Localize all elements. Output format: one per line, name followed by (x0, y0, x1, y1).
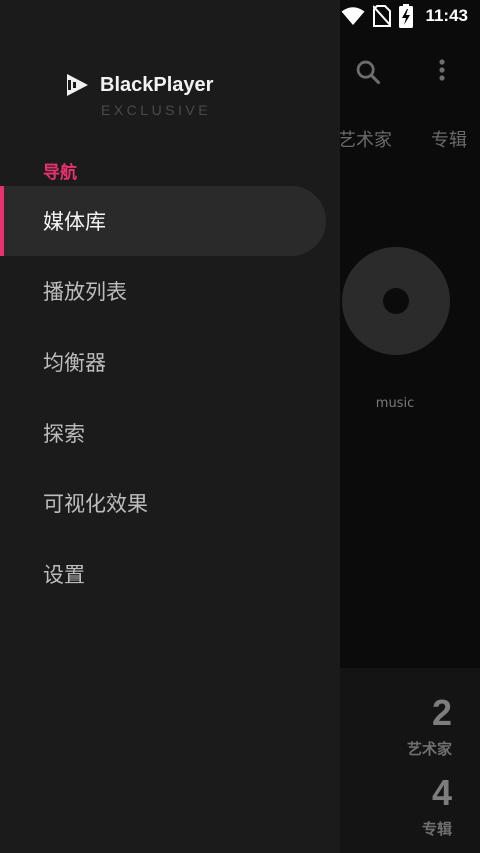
folder-disc-icon[interactable] (342, 247, 450, 355)
library-stats-card: 2 艺术家 4 专辑 (340, 668, 480, 853)
no-sim-icon (373, 5, 392, 27)
navigation-drawer: BlackPlayer EXCLUSIVE 导航 媒体库 播放列表 均衡器 探索… (0, 0, 340, 853)
album-count-label: 专辑 (421, 820, 452, 838)
nav-item-explore[interactable]: 探索 (0, 398, 326, 468)
play-logo-icon (67, 74, 88, 96)
status-bar: 11:43 (0, 0, 480, 32)
brand-name: BlackPlayer (100, 74, 214, 96)
search-icon[interactable] (354, 58, 382, 86)
nav-item-equalizer[interactable]: 均衡器 (0, 327, 326, 397)
tab-albums[interactable]: 专辑 (431, 126, 467, 152)
brand-subtitle: EXCLUSIVE (101, 102, 212, 118)
album-count: 4 (431, 772, 452, 813)
status-time: 11:43 (425, 6, 468, 25)
tab-artists[interactable]: 艺术家 (338, 126, 392, 152)
nav-section-title: 导航 (43, 163, 77, 183)
more-vert-icon[interactable] (432, 56, 452, 86)
folder-label: music (375, 396, 415, 411)
artist-count: 2 (431, 692, 452, 733)
wifi-icon (341, 7, 365, 25)
status-icons: 11:43 (341, 0, 468, 32)
disc-hole (383, 288, 409, 314)
nav-item-settings[interactable]: 设置 (0, 539, 326, 609)
nav-item-visualizations[interactable]: 可视化效果 (0, 468, 326, 538)
nav-item-playlists[interactable]: 播放列表 (0, 256, 326, 326)
nav-item-library[interactable]: 媒体库 (0, 186, 326, 256)
artist-count-label: 艺术家 (406, 740, 452, 758)
battery-charging-icon (399, 4, 414, 28)
